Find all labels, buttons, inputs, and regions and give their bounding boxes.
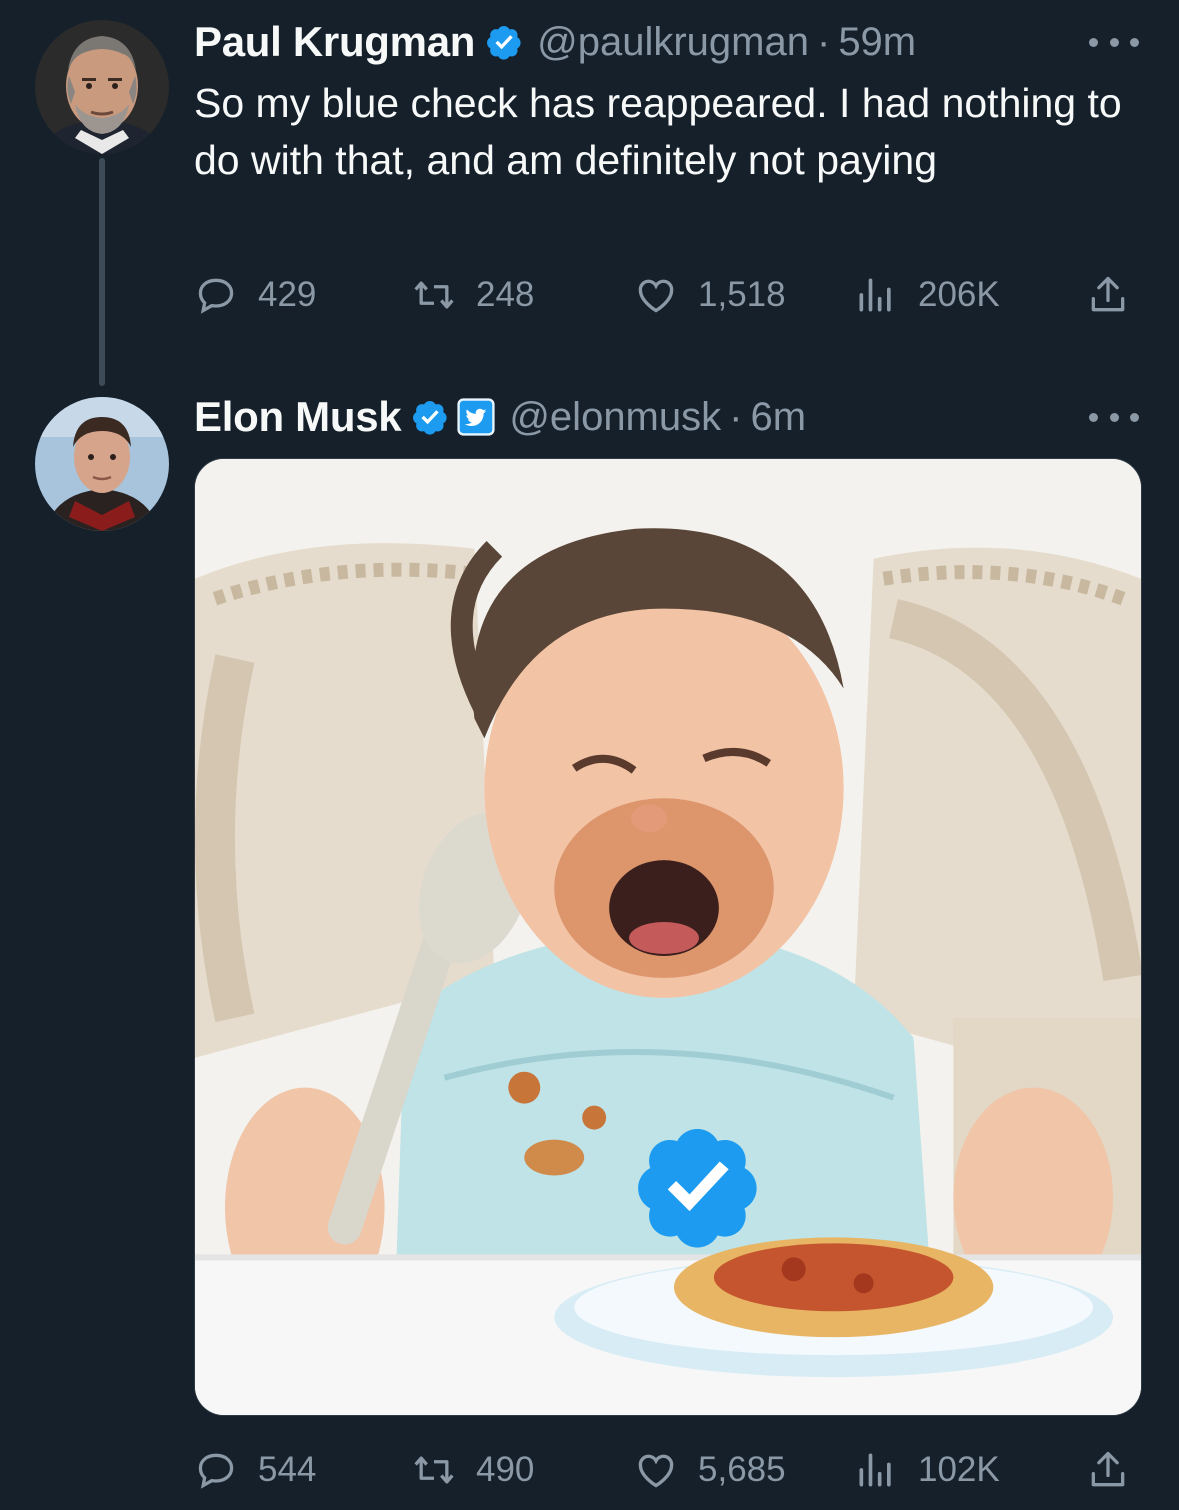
avatar[interactable] [35,20,169,154]
crying-baby-spaghetti-image [195,459,1141,1415]
tweet-text: So my blue check has reappeared. I had n… [194,80,1122,183]
share-icon [1091,276,1125,312]
separator-dot: · [729,394,743,439]
share-button[interactable] [1086,1445,1150,1495]
verified-badge-icon[interactable] [411,398,449,436]
view-count: 102K [918,1450,1000,1489]
user-handle[interactable]: @paulkrugman [537,20,809,65]
timestamp[interactable]: 6m [750,395,806,440]
reply-icon [198,278,234,314]
like-button[interactable]: 1,518 [634,270,786,320]
display-name[interactable]: Elon Musk [194,393,402,441]
reply-button[interactable]: 544 [194,1445,316,1495]
timeline: Paul Krugman @paulkrugman · 59m So my bl… [0,0,1179,1510]
tweet-actions: 429 248 1,518 206K [194,270,1144,320]
retweet-button[interactable]: 490 [412,1445,534,1495]
views-chart-icon [859,1453,891,1487]
avatar-krugman-image [35,20,169,154]
thread-connector-line [99,158,105,386]
verified-badge-icon[interactable] [485,23,523,61]
reply-count: 544 [258,1450,317,1489]
more-options-icon[interactable] [1089,407,1139,427]
user-handle[interactable]: @elonmusk [509,395,721,440]
retweet-count: 490 [476,1450,535,1489]
like-button[interactable]: 5,685 [634,1445,786,1495]
heart-icon [638,279,674,313]
retweet-count: 248 [476,275,535,314]
heart-icon [638,1454,674,1488]
reply-button[interactable]: 429 [194,270,316,320]
avatar-musk-image [35,397,169,531]
share-button[interactable] [1086,270,1150,320]
like-count: 1,518 [698,275,786,314]
tweet-media-image[interactable] [194,458,1142,1416]
retweet-button[interactable]: 248 [412,270,534,320]
display-name[interactable]: Paul Krugman [194,18,475,66]
avatar[interactable] [35,397,169,531]
tweet-header: Paul Krugman @paulkrugman · 59m [194,17,916,67]
like-count: 5,685 [698,1450,786,1489]
views-button[interactable]: 206K [854,270,1000,320]
tweet-header: Elon Musk @elonmusk · 6m [194,392,806,442]
retweet-icon [414,281,454,309]
views-chart-icon [859,278,891,312]
view-count: 206K [918,275,1000,314]
retweet-icon [414,1456,454,1484]
tweet-actions: 544 490 5,685 102K [194,1445,1144,1495]
separator-dot: · [816,19,831,64]
views-button[interactable]: 102K [854,1445,1000,1495]
reply-count: 429 [258,275,317,314]
reply-icon [198,1453,234,1489]
share-icon [1091,1451,1125,1487]
twitter-bird-icon[interactable] [457,398,495,436]
more-options-icon[interactable] [1089,32,1139,52]
timestamp[interactable]: 59m [838,20,916,65]
